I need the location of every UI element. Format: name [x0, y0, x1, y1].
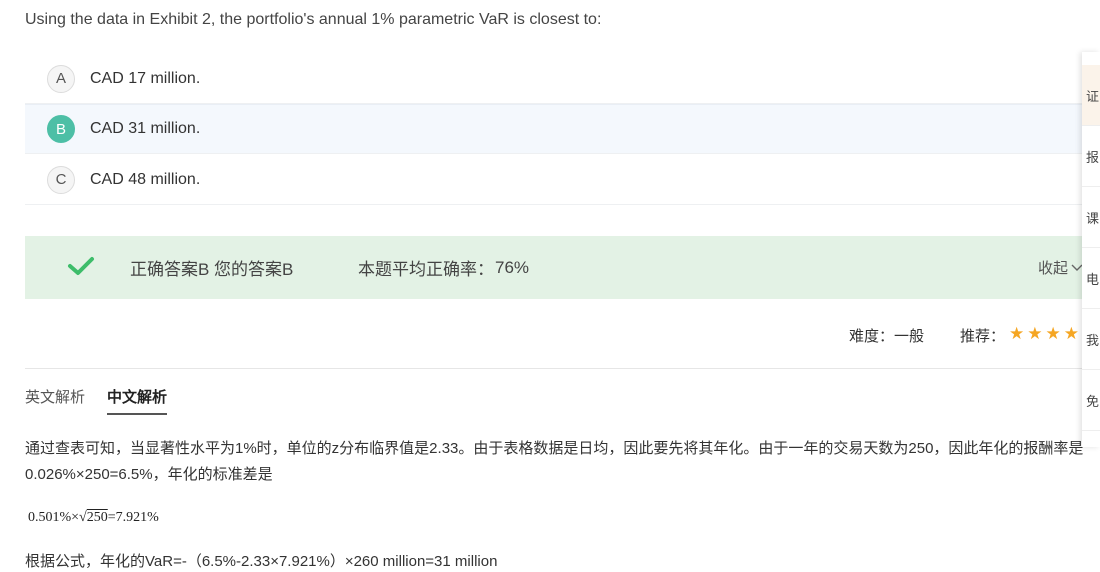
check-icon	[67, 255, 95, 282]
formula-radicand: 250	[86, 510, 108, 525]
accuracy-value: 76%	[495, 257, 530, 277]
option-a[interactable]: A CAD 17 million.	[25, 54, 1083, 104]
section-divider	[25, 368, 1083, 369]
side-item-5[interactable]: 我	[1082, 309, 1100, 370]
side-item-label: 我	[1086, 332, 1100, 348]
option-b[interactable]: B CAD 31 million.	[25, 104, 1083, 154]
formula-suffix: =7.921%	[107, 510, 159, 525]
option-text: CAD 31 million.	[90, 120, 201, 137]
option-letter: C	[47, 165, 75, 194]
option-text: CAD 48 million.	[90, 170, 201, 188]
formula-prefix: 0.501%×√	[28, 510, 87, 525]
side-item-1[interactable]: 证	[1082, 65, 1100, 126]
option-letter: A	[47, 64, 75, 93]
option-c[interactable]: C CAD 48 million.	[25, 155, 1083, 205]
side-item-label: 电	[1086, 271, 1100, 287]
side-item-3[interactable]: 课	[1082, 187, 1100, 248]
side-item-6[interactable]: 免	[1082, 370, 1100, 431]
formula: 0.501%×√250=7.921%	[28, 510, 159, 526]
side-panel: 证 报 课 电 我 免	[1082, 52, 1100, 447]
option-text: CAD 17 million.	[90, 69, 201, 87]
answer-summary: 正确答案B 您的答案B	[130, 260, 294, 279]
var-formula-text: 根据公式，年化的VaR=-（6.5%-2.33×7.921%）×260 mill…	[25, 553, 498, 570]
collapse-label: 收起	[1037, 260, 1068, 277]
explanation-paragraph: 通过查表可知，当显著性水平为1%时，单位的z分布临界值是2.33。由于表格数据是…	[25, 440, 1084, 483]
answer-result-bar: 正确答案B 您的答案B 本题平均正确率： 76% 收起	[25, 236, 1083, 299]
question-text: Using the data in Exhibit 2, the portfol…	[25, 11, 602, 28]
collapse-button[interactable]: 收起	[1038, 257, 1083, 278]
side-item-label: 证	[1086, 88, 1100, 104]
difficulty-label: 难度：一般	[849, 328, 925, 345]
rating-stars: ★★★★	[1009, 324, 1082, 343]
recommend-label: 推荐：	[960, 328, 1006, 345]
tab-english-explanation[interactable]: 英文解析	[25, 386, 85, 415]
side-item-label: 课	[1086, 210, 1100, 226]
accuracy-label: 本题平均正确率：	[358, 260, 494, 279]
side-item-label: 免	[1086, 393, 1100, 409]
tab-chinese-explanation[interactable]: 中文解析	[107, 386, 168, 415]
side-item-4[interactable]: 电	[1082, 248, 1100, 309]
explanation-tabs: 英文解析 中文解析	[25, 386, 189, 415]
question-meta: 难度：一般 推荐： ★★★★	[25, 320, 1083, 350]
option-letter: B	[47, 115, 75, 143]
side-item-2[interactable]: 报	[1082, 126, 1100, 187]
side-item-label: 报	[1086, 149, 1100, 165]
